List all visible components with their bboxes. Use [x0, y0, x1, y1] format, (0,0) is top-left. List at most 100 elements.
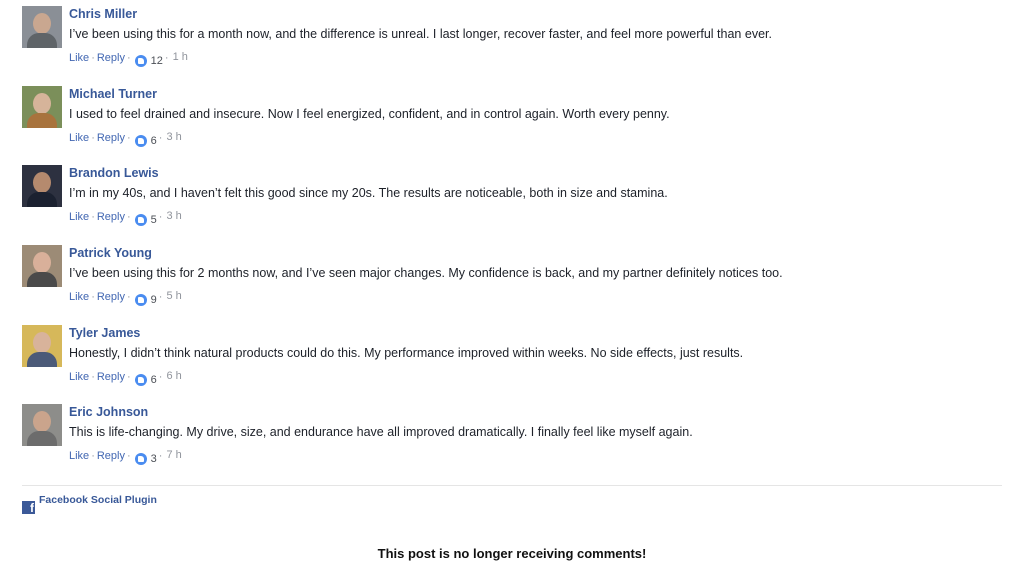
- comment-author[interactable]: Tyler James: [69, 325, 1012, 341]
- separator-dot: ·: [158, 131, 163, 144]
- thumbs-up-icon: [134, 373, 147, 386]
- avatar-body: [27, 112, 57, 128]
- comment-text: I’ve been using this for a month now, an…: [69, 27, 772, 41]
- separator-dot: ·: [126, 291, 131, 304]
- comment-actions: Like · Reply · 3 · 7 h: [69, 446, 1012, 466]
- like-link[interactable]: Like: [69, 450, 89, 462]
- separator-dot: ·: [158, 370, 163, 383]
- comment-actions: Like · Reply · 6 · 3 h: [69, 128, 1012, 148]
- separator-dot: ·: [91, 291, 95, 304]
- avatar-body: [27, 272, 57, 288]
- comment-body: Brandon Lewis I’m in my 40s, and I haven’…: [69, 164, 1012, 227]
- comment-timestamp[interactable]: 6 h: [166, 370, 181, 382]
- comment-timestamp[interactable]: 1 h: [173, 51, 188, 63]
- thumbs-up-icon: [134, 134, 147, 147]
- comment-body: Michael Turner I used to feel drained and…: [69, 85, 1012, 148]
- comment-author[interactable]: Chris Miller: [69, 6, 1012, 22]
- avatar[interactable]: [22, 245, 62, 288]
- separator-dot: ·: [91, 211, 95, 224]
- reaction-count: 6: [150, 373, 157, 386]
- reaction-count: 5: [150, 214, 157, 227]
- avatar-body: [27, 192, 57, 208]
- like-link[interactable]: Like: [69, 371, 89, 383]
- separator-dot: ·: [126, 370, 131, 383]
- comment-actions: Like · Reply · 9 · 5 h: [69, 287, 1012, 307]
- avatar[interactable]: [22, 324, 62, 367]
- avatar-head: [33, 92, 51, 114]
- separator-dot: ·: [164, 52, 169, 64]
- comment-timestamp[interactable]: 5 h: [166, 290, 181, 302]
- reply-link[interactable]: Reply: [97, 450, 125, 462]
- avatar-head: [33, 252, 51, 274]
- thumbs-up-icon: [134, 55, 147, 67]
- separator-dot: ·: [91, 131, 95, 144]
- comment-item: Patrick Young I’ve been using this for 2 …: [22, 244, 1012, 324]
- reaction-count: 9: [150, 294, 157, 307]
- reply-link[interactable]: Reply: [97, 211, 125, 223]
- comment-item: Eric Johnson This is life-changing. My dr…: [22, 403, 1012, 483]
- comment-text: I used to feel drained and insecure. Now…: [69, 106, 670, 121]
- avatar-body: [27, 431, 57, 447]
- separator-dot: ·: [158, 291, 163, 304]
- avatar[interactable]: [22, 85, 62, 128]
- reply-link[interactable]: Reply: [97, 132, 125, 144]
- avatar-body: [27, 351, 57, 367]
- reaction-count-button[interactable]: 6: [134, 373, 157, 387]
- reaction-count-button[interactable]: 5: [134, 213, 157, 227]
- separator-dot: ·: [126, 211, 131, 224]
- separator-dot: ·: [158, 211, 163, 224]
- comment-author[interactable]: Brandon Lewis: [69, 165, 1012, 181]
- comment-actions: Like · Reply · 12 · 1 h: [69, 48, 1012, 68]
- comment-body: Chris Miller I’ve been using this for a m…: [69, 5, 1012, 68]
- comment-actions: Like · Reply · 6 · 6 h: [69, 367, 1012, 387]
- separator-dot: ·: [91, 370, 95, 383]
- comment-author[interactable]: Eric Johnson: [69, 404, 1012, 420]
- separator-dot: ·: [126, 131, 131, 144]
- comment-item: Brandon Lewis I’m in my 40s, and I haven’…: [22, 164, 1012, 244]
- avatar-head: [33, 13, 51, 34]
- comments-closed-message: This post is no longer receiving comment…: [377, 546, 647, 561]
- reaction-count-button[interactable]: 12: [134, 54, 163, 68]
- reaction-count: 3: [150, 453, 157, 466]
- thumbs-up-icon: [134, 214, 147, 227]
- comment-author[interactable]: Patrick Young: [69, 245, 1012, 261]
- avatar-head: [33, 331, 51, 353]
- reaction-count-button[interactable]: 3: [134, 452, 157, 466]
- separator-dot: ·: [126, 450, 131, 463]
- separator-dot: ·: [126, 52, 131, 64]
- facebook-icon: f: [22, 501, 35, 514]
- like-link[interactable]: Like: [69, 211, 89, 223]
- comment-timestamp[interactable]: 3 h: [166, 131, 181, 143]
- comment-item: Michael Turner I used to feel drained and…: [22, 85, 1012, 165]
- comment-body: Tyler James Honestly, I didn’t think natu…: [69, 324, 1012, 387]
- reply-link[interactable]: Reply: [97, 371, 125, 383]
- comment-text: Honestly, I didn’t think natural product…: [69, 345, 744, 360]
- comment-timestamp[interactable]: 3 h: [166, 210, 181, 222]
- comment-text: This is life-changing. My drive, size, a…: [69, 425, 693, 440]
- reaction-count-button[interactable]: 9: [134, 293, 157, 307]
- reply-link[interactable]: Reply: [97, 52, 125, 64]
- like-link[interactable]: Like: [69, 132, 89, 144]
- thumbs-up-icon: [134, 294, 147, 307]
- comment-text: I’ve been using this for 2 months now, a…: [69, 266, 783, 281]
- separator-dot: ·: [91, 450, 95, 463]
- comment-body: Eric Johnson This is life-changing. My dr…: [69, 403, 1012, 466]
- plugin-label[interactable]: Facebook Social Plugin: [39, 494, 157, 506]
- thumbs-up-icon: [134, 453, 147, 466]
- comment-body: Patrick Young I’ve been using this for 2 …: [69, 244, 1012, 307]
- avatar[interactable]: [22, 404, 62, 447]
- comment-timestamp[interactable]: 7 h: [166, 449, 181, 461]
- avatar-body: [27, 33, 57, 48]
- reaction-count-button[interactable]: 6: [134, 134, 157, 148]
- reaction-count: 12: [150, 55, 163, 67]
- separator-dot: ·: [91, 52, 95, 64]
- like-link[interactable]: Like: [69, 52, 89, 64]
- avatar[interactable]: [22, 6, 62, 48]
- comment-author[interactable]: Michael Turner: [69, 86, 1012, 102]
- avatar[interactable]: [22, 165, 62, 208]
- reply-link[interactable]: Reply: [97, 291, 125, 303]
- comment-item: Tyler James Honestly, I didn’t think natu…: [22, 324, 1012, 404]
- comment-list: Chris Miller I’ve been using this for a m…: [22, 5, 1012, 483]
- comment-text: I’m in my 40s, and I haven’t felt this g…: [69, 186, 668, 201]
- like-link[interactable]: Like: [69, 291, 89, 303]
